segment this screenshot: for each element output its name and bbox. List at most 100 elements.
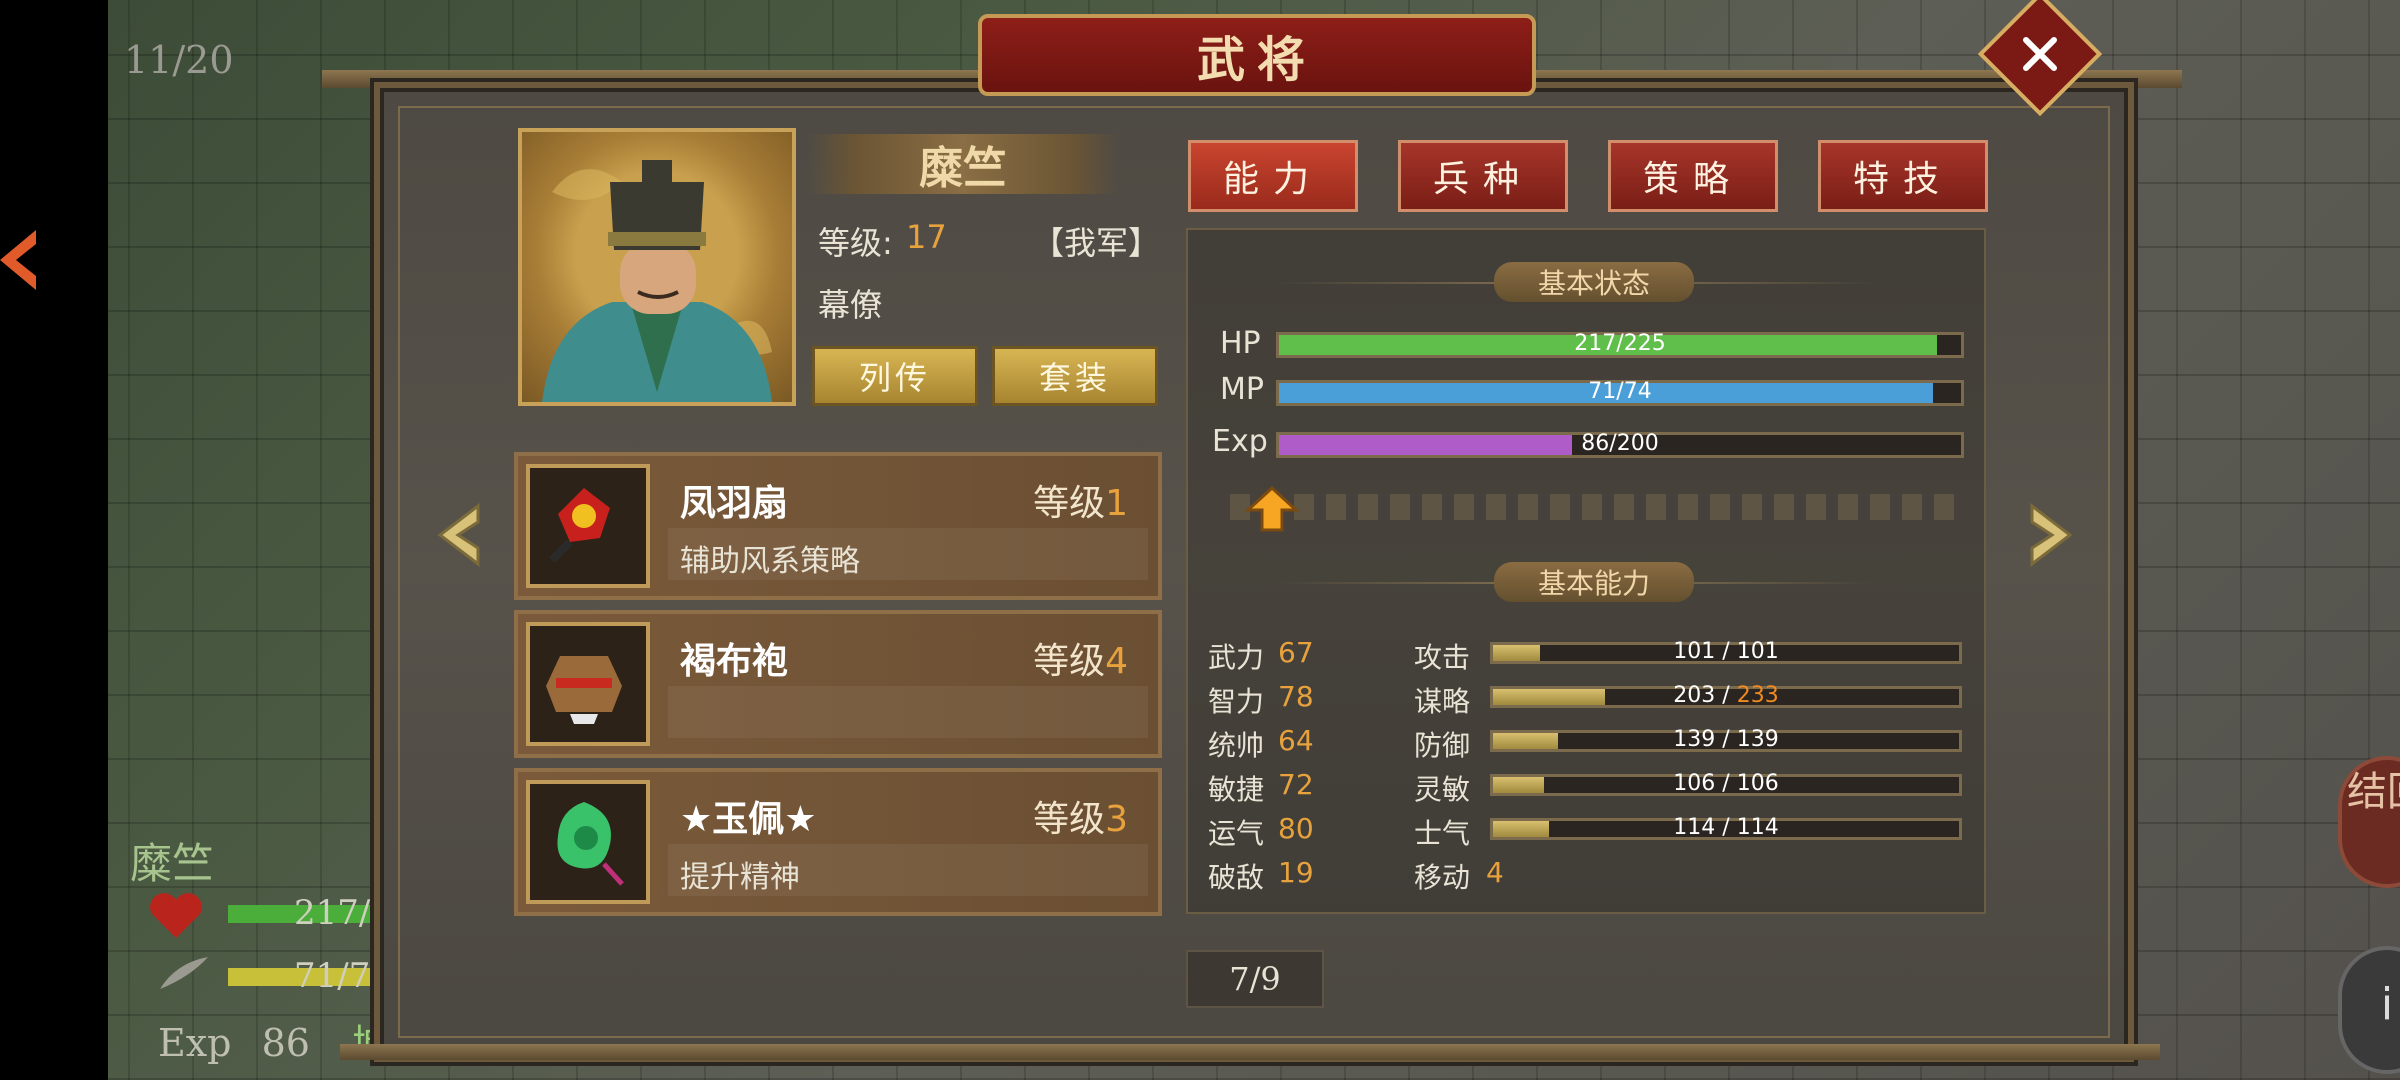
- equipment-item[interactable]: 褐布袍 等级4: [514, 610, 1162, 758]
- stat-max: 101: [1736, 639, 1779, 664]
- item-level-value: 1: [1105, 483, 1128, 524]
- exp-label: Exp: [1212, 424, 1268, 459]
- ability-section-title: 基本能力: [1494, 562, 1694, 602]
- stat-current: 114: [1673, 815, 1716, 840]
- bg-mp-text: 71/7: [294, 956, 371, 996]
- attr-label: 敏捷: [1208, 773, 1265, 806]
- bg-exp-label: Exp: [158, 1021, 232, 1065]
- unit-name-bg: 糜竺: [130, 839, 215, 888]
- screen-edge: [0, 0, 108, 1080]
- item-description: 辅助风系策略: [680, 544, 860, 579]
- jade-pendant-icon: [526, 780, 650, 904]
- equipment-set-button[interactable]: 套装: [992, 346, 1158, 406]
- level-label: 等级:: [818, 224, 893, 262]
- turn-counter: 11/20: [124, 38, 234, 82]
- feather-icon: [156, 953, 212, 993]
- exp-value: 86/200: [1581, 431, 1659, 456]
- next-general-arrow-icon[interactable]: [2022, 500, 2082, 570]
- faction-label: 【我军】: [1032, 224, 1161, 262]
- defense-value: 139 / 139: [1673, 727, 1779, 752]
- agility-value: 106 / 106: [1673, 771, 1779, 796]
- attr-label: 运气: [1208, 817, 1265, 850]
- mp-bar: 71/74: [1276, 379, 1964, 406]
- exp-bar: 86/200: [1276, 431, 1964, 458]
- stat-current: 101: [1673, 639, 1716, 664]
- hp-value: 217/225: [1574, 331, 1666, 356]
- mp-value: 71/74: [1588, 379, 1652, 404]
- tab-ability[interactable]: 能力: [1188, 140, 1358, 212]
- equipment-item[interactable]: 凤羽扇 等级1 辅助风系策略: [514, 452, 1162, 600]
- combat-stat-label: 灵敏: [1414, 773, 1471, 806]
- combat-stat-label: 谋略: [1414, 685, 1471, 718]
- agility-bar: 106 / 106: [1490, 771, 1962, 796]
- attr-label: 武力: [1208, 641, 1265, 674]
- combat-stat-label: 防御: [1414, 729, 1471, 762]
- tab-troop-type[interactable]: 兵种: [1398, 140, 1568, 212]
- tab-skill[interactable]: 特技: [1818, 140, 1988, 212]
- strategy-value: 203 / 233: [1673, 683, 1779, 708]
- attr-value: 78: [1278, 680, 1314, 713]
- attr-label: 统帅: [1208, 729, 1265, 762]
- mp-label: MP: [1220, 372, 1264, 407]
- move-label: 移动: [1414, 861, 1471, 894]
- item-level: 等级3: [1033, 790, 1128, 842]
- bg-exp-value: 86: [261, 1021, 310, 1065]
- move-value: 4: [1486, 856, 1504, 889]
- heart-icon: [146, 890, 206, 940]
- stat-current: 203: [1673, 683, 1716, 708]
- role-label: 幕僚: [818, 286, 883, 324]
- window-bottom-border: [340, 1044, 2160, 1060]
- stat-max: 114: [1736, 815, 1779, 840]
- attack-bar: 101 / 101: [1490, 639, 1962, 664]
- attr-label: 破敌: [1208, 861, 1265, 894]
- combat-stat-label: 攻击: [1414, 641, 1471, 674]
- item-level-value: 4: [1105, 641, 1128, 682]
- stat-current: 106: [1673, 771, 1716, 796]
- strategy-bar: 203 / 233: [1490, 683, 1962, 708]
- tab-strategy[interactable]: 策略: [1608, 140, 1778, 212]
- status-section-title: 基本状态: [1494, 262, 1694, 302]
- item-level-value: 3: [1105, 799, 1128, 840]
- right-side-button[interactable]: 结回: [2338, 756, 2400, 888]
- attr-value: 80: [1278, 812, 1314, 845]
- item-name: 凤羽扇: [680, 483, 789, 524]
- close-icon[interactable]: [1996, 10, 2084, 98]
- feather-fan-icon: [526, 464, 650, 588]
- item-level-label: 等级: [1033, 641, 1106, 682]
- defense-bar: 139 / 139: [1490, 727, 1962, 752]
- level-up-arrow-icon[interactable]: [1244, 486, 1300, 532]
- equipment-item[interactable]: ★玉佩★ 等级3 提升精神: [514, 768, 1162, 916]
- item-level: 等级4: [1033, 632, 1128, 684]
- item-level: 等级1: [1033, 474, 1128, 526]
- hp-bar: 217/225: [1276, 331, 1964, 358]
- info-button[interactable]: i: [2338, 946, 2400, 1074]
- attr-value: 67: [1278, 636, 1314, 669]
- side-arrow-icon: [0, 230, 36, 290]
- window-title: 武将: [1196, 32, 1317, 88]
- attr-label: 智力: [1208, 685, 1265, 718]
- attr-value: 64: [1278, 724, 1314, 757]
- bg-hp-text: 217/: [294, 893, 371, 933]
- page-indicator: 7/9: [1186, 950, 1324, 1008]
- item-level-label: 等级: [1033, 483, 1106, 524]
- previous-general-arrow-icon[interactable]: [428, 500, 488, 570]
- morale-bar: 114 / 114: [1490, 815, 1962, 840]
- combat-stat-label: 士气: [1414, 817, 1471, 850]
- decorative-pattern: [1230, 494, 1960, 520]
- morale-value: 114 / 114: [1673, 815, 1779, 840]
- general-name-plate: 糜竺: [808, 134, 1118, 194]
- item-description: 提升精神: [680, 860, 800, 895]
- stat-current: 139: [1673, 727, 1716, 752]
- stat-max: 139: [1736, 727, 1779, 752]
- biography-button[interactable]: 列传: [812, 346, 978, 406]
- general-name: 糜竺: [919, 143, 1007, 194]
- robe-icon: [526, 622, 650, 746]
- general-portrait: [518, 128, 796, 406]
- attr-value: 72: [1278, 768, 1314, 801]
- hp-label: HP: [1220, 326, 1261, 361]
- attr-value: 19: [1278, 856, 1314, 889]
- stat-max: 106: [1736, 771, 1779, 796]
- level-value: 17: [906, 218, 947, 256]
- item-name: ★玉佩★: [680, 799, 817, 840]
- item-name: 褐布袍: [680, 641, 789, 682]
